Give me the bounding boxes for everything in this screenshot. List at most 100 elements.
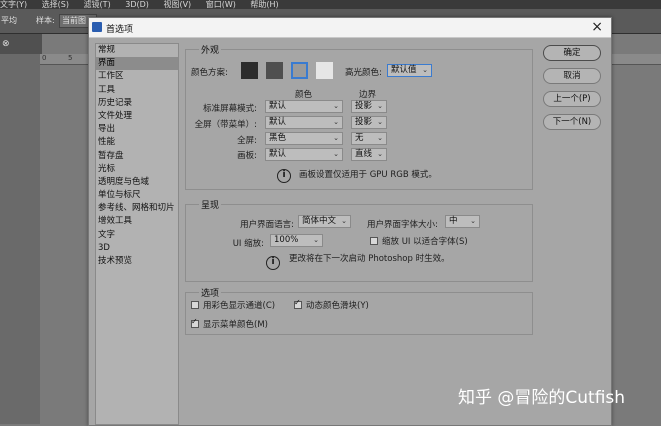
cancel-button[interactable]: 取消 [543,68,601,84]
ui-scale-value: 100% [274,235,299,245]
category-tools[interactable]: 工具 [96,84,178,97]
standard-screen-border-value: 投影 [355,101,373,111]
next-button[interactable]: 下一个(N) [543,114,601,130]
dynamic-color-sliders-checkbox[interactable] [294,298,302,309]
ruler-tick: 0 [42,54,47,62]
category-type[interactable]: 文字 [96,229,178,242]
standard-screen-label: 标准屏幕模式: [203,104,257,114]
chevron-down-icon: ⌄ [470,217,476,225]
menu-filter[interactable]: 滤镜(T) [84,0,111,9]
standard-screen-color-select[interactable]: 默认 ⌄ [265,100,343,113]
preferences-dialog: 首选项 × 常规 界面 工作区 工具 历史记录 文件处理 导出 性能 暂存盘 光… [88,17,612,426]
previous-button[interactable]: 上一个(P) [543,91,601,107]
category-general[interactable]: 常规 [96,44,178,57]
fullscreen-menu-border-value: 投影 [355,117,373,127]
menu-help[interactable]: 帮助(H) [250,0,278,9]
menu-view[interactable]: 视图(V) [163,0,191,9]
standard-screen-color-value: 默认 [269,101,287,111]
fullscreen-label: 全屏: [237,136,257,146]
menu-window[interactable]: 窗口(W) [206,0,236,9]
category-tech-preview[interactable]: 技术预览 [96,255,178,268]
artboard-border-select[interactable]: 直线 ⌄ [351,148,387,161]
category-interface[interactable]: 界面 [96,57,178,71]
category-transparency[interactable]: 透明度与色域 [96,176,178,189]
category-history[interactable]: 历史记录 [96,97,178,110]
ui-language-select[interactable]: 简体中文 ⌄ [298,215,351,228]
category-workspace[interactable]: 工作区 [96,70,178,83]
artboard-color-select[interactable]: 默认 ⌄ [265,148,343,161]
dynamic-color-sliders-label: 动态颜色滑块(Y) [306,301,369,311]
fullscreen-border-select[interactable]: 无 ⌄ [351,132,387,145]
chevron-down-icon: ⌄ [341,217,347,225]
show-menu-colors-checkbox[interactable] [191,317,199,328]
watermark: 知乎 @冒险的Cutfish [458,388,626,408]
artboard-border-value: 直线 [355,149,373,159]
info-icon: i [277,169,291,183]
menu-select[interactable]: 选择(S) [42,0,69,9]
info-icon: i [266,256,280,270]
category-performance[interactable]: 性能 [96,136,178,149]
category-export[interactable]: 导出 [96,123,178,136]
fullscreen-menu-color-value: 默认 [269,117,287,127]
color-channels-checkbox[interactable] [191,301,199,309]
options-sample-label: 样本: [36,16,55,25]
fullscreen-color-select[interactable]: 黑色 ⌄ [265,132,343,145]
highlight-color-label: 高光颜色: [345,68,382,78]
ruler-tick: 5 [68,54,73,62]
app-menubar: 文字(Y) 选择(S) 滤镜(T) 3D(D) 视图(V) 窗口(W) 帮助(H… [0,0,661,9]
menu-type[interactable]: 文字(Y) [0,0,27,9]
options-group-label: 选项 [199,286,222,299]
close-icon[interactable]: × [591,19,603,35]
ui-font-size-select[interactable]: 中 ⌄ [445,215,480,228]
category-plugins[interactable]: 增效工具 [96,215,178,228]
chevron-down-icon: ⌄ [377,118,383,126]
color-scheme-swatch-dark[interactable] [266,62,283,79]
category-file-handling[interactable]: 文件处理 [96,110,178,123]
show-menu-colors-label: 显示菜单颜色(M) [203,320,268,330]
photoshop-app-icon [92,22,102,32]
ui-scale-select[interactable]: 100% ⌄ [270,234,323,247]
chevron-down-icon: ⌄ [422,66,428,74]
category-guides-grid[interactable]: 参考线、网格和切片 [96,202,178,215]
options-average-label: 平均 [1,16,17,25]
ok-button[interactable]: 确定 [543,45,601,61]
ui-language-label: 用户界面语言: [240,220,294,230]
highlight-color-select[interactable]: 默认值 ⌄ [387,64,432,77]
ui-language-value: 简体中文 [302,216,337,226]
scale-ui-to-font-label: 缩放 UI 以适合字体(S) [382,237,468,247]
fullscreen-color-value: 黑色 [269,133,287,143]
ui-font-size-label: 用户界面字体大小: [367,220,438,230]
artboard-color-value: 默认 [269,149,287,159]
category-units-rulers[interactable]: 单位与标尺 [96,189,178,202]
category-list: 常规 界面 工作区 工具 历史记录 文件处理 导出 性能 暂存盘 光标 透明度与… [95,43,179,425]
color-scheme-swatch-medium[interactable] [291,62,308,79]
chevron-down-icon: ⌄ [333,118,339,126]
standard-screen-border-select[interactable]: 投影 ⌄ [351,100,387,113]
color-scheme-swatch-light[interactable] [316,62,333,79]
color-channels-label: 用彩色显示通道(C) [203,301,276,311]
chevron-down-icon: ⌄ [377,134,383,142]
chevron-down-icon: ⌄ [377,102,383,110]
ui-font-size-value: 中 [449,216,458,226]
fullscreen-menu-color-select[interactable]: 默认 ⌄ [265,116,343,129]
chevron-down-icon: ⌄ [333,134,339,142]
highlight-color-value: 默认值 [391,65,417,75]
color-scheme-swatch-darkest[interactable] [241,62,258,79]
document-tab[interactable]: ⊗ [0,34,42,54]
fullscreen-border-value: 无 [355,133,364,143]
category-3d[interactable]: 3D [96,242,178,255]
category-scratch-disks[interactable]: 暂存盘 [96,150,178,163]
dialog-title: 首选项 [106,25,134,35]
category-cursors[interactable]: 光标 [96,163,178,176]
border-column-header: 边界 [359,90,377,100]
color-scheme-label: 颜色方案: [191,68,228,78]
tools-panel [0,54,40,424]
menu-3d[interactable]: 3D(D) [125,0,149,9]
fullscreen-menu-border-select[interactable]: 投影 ⌄ [351,116,387,129]
scale-ui-to-font-checkbox[interactable] [370,237,378,245]
restart-note: 更改将在下一次启动 Photoshop 时生效。 [289,254,450,264]
color-column-header: 颜色 [295,90,313,100]
appearance-group-label: 外观 [199,43,222,56]
artboard-label: 画板: [237,151,257,161]
chevron-down-icon: ⌄ [377,150,383,158]
